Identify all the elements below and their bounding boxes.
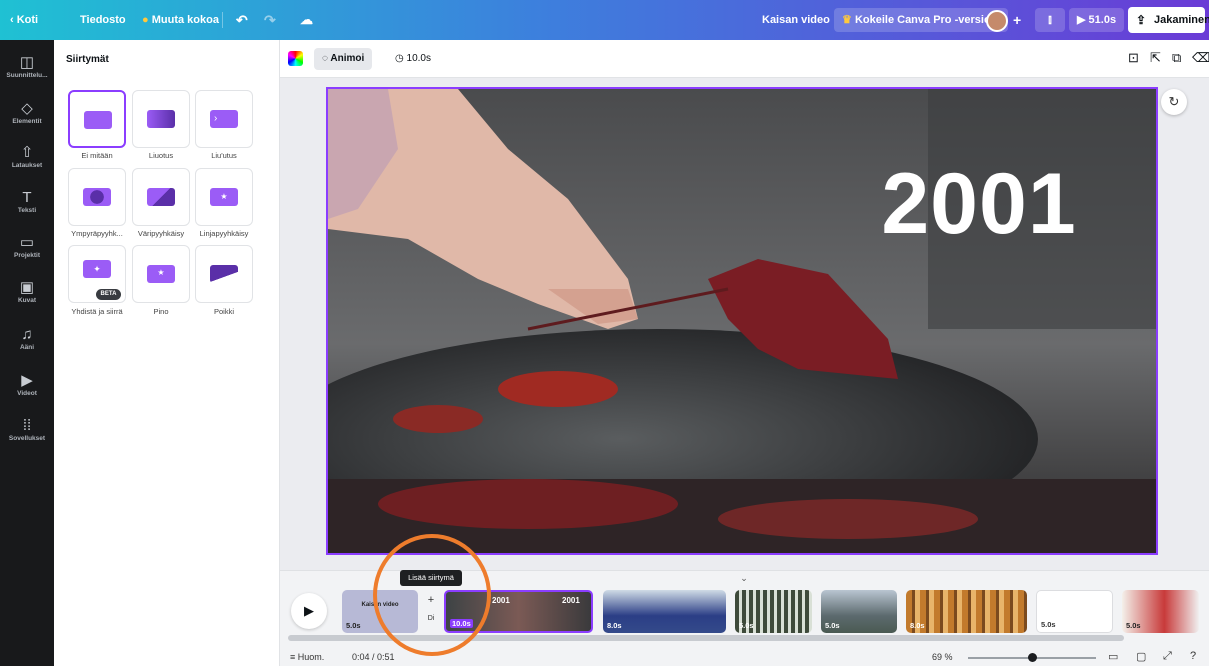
animate-button[interactable]: ◌ Animoi [314,48,373,70]
play-icon: ▶ [1077,14,1086,26]
fullscreen-icon[interactable]: ⤢ [1163,650,1172,663]
duplicate-icon[interactable]: ⧉ [1172,50,1181,66]
beta-badge: BETA [96,289,121,300]
undo-icon[interactable]: ↶ [236,0,248,40]
video-icon: ▶ [21,372,33,389]
rail-item-audio[interactable]: ♫ Ääni [0,322,54,368]
play-button[interactable]: ▶ [291,593,327,629]
editor-toolbar: ◌ Animoi ◷ 10.0s ⊡ ⇱ ⧉ ⌫ [280,40,1209,78]
transition-label: Poikki [213,307,234,316]
transition-label: Liu'utus [211,151,237,160]
text-icon: T [22,189,32,206]
transition-circle-wipe[interactable] [68,168,126,226]
export-icon[interactable]: ⇱ [1150,50,1161,66]
rail-item-videos[interactable]: ▶ Videot [0,368,54,414]
file-menu[interactable]: Tiedosto [80,0,126,40]
transition-cross[interactable] [195,245,253,303]
rail-item-design[interactable]: ◫ Suunnittelu... [0,50,54,96]
timeline-clip[interactable]: 5.0s [1036,590,1113,633]
clock-icon: ◷ [395,53,404,64]
transition-label: Ei mitään [81,151,113,160]
resize-button[interactable]: ● Muuta kokoa [142,0,219,40]
transition-label: Linjapyyhkäisy [199,229,249,238]
music-icon: ♫ [21,326,33,343]
present-button[interactable]: ▶ 51.0s [1069,8,1125,32]
transition-label: Ympyräpyyhk... [71,229,123,238]
animate-icon: ◌ [322,53,328,64]
chevron-right-icon: › [210,110,238,128]
transition-label: Pino [153,307,169,316]
add-member-icon[interactable]: + [1013,0,1021,40]
apps-icon: ⁞⁞ [22,417,32,434]
back-home-button[interactable]: ‹ Koti [10,0,38,40]
timeline-clip[interactable]: Kaisan video 5.0s [342,590,418,633]
rail-item-projects[interactable]: ▭ Projektit [0,230,54,276]
share-icon: ⇪ [1136,13,1147,27]
year-text[interactable]: 2001 [874,155,1084,254]
playback-time: 0:04 / 0:51 [352,652,395,662]
avatar[interactable] [986,10,1008,32]
crown-icon: ● [142,14,149,26]
redo-icon[interactable]: ↷ [264,0,276,40]
rail-item-elements[interactable]: ◇ Elementit [0,96,54,142]
insights-icon[interactable]: ⫾ [1035,8,1065,32]
timeline-clip[interactable]: 5.0s [821,590,897,633]
shapes-icon: ◇ [21,100,33,117]
share-button[interactable]: ⇪ Jakaminen [1128,7,1209,33]
timeline-scrollbar[interactable] [288,635,1124,641]
top-bar: ‹ Koti Tiedosto ● Muuta kokoa ↶ ↷ ☁ Kais… [0,0,1209,40]
document-title[interactable]: Kaisan video [762,0,830,40]
try-pro-button[interactable]: ♛ Kokeile Canva Pro -versiota [834,8,1009,32]
transition-color-wipe[interactable] [132,168,190,226]
lock-icon[interactable]: ⊡ [1128,50,1139,66]
rail-item-photos[interactable]: ▣ Kuvat [0,275,54,321]
transition-slide[interactable]: › [195,90,253,148]
transition-label: Väripyyhkäisy [137,229,185,238]
star-icon: ★ [210,188,238,206]
notes-button[interactable]: ≡ Huom. [290,652,324,662]
help-icon[interactable]: ? [1190,650,1196,662]
grid-view-icon[interactable]: ▢ [1136,650,1146,663]
transition-stack[interactable]: ★ [132,245,190,303]
trash-icon[interactable]: ⌫ [1192,50,1209,66]
transition-none[interactable] [68,90,126,148]
refresh-icon[interactable]: ↻ [1161,89,1187,115]
sparkle-icon: ✦ [83,260,111,278]
chevron-down-icon[interactable]: ⌄ [732,573,756,583]
layout-icon: ◫ [19,54,35,71]
rail-item-text[interactable]: T Teksti [0,185,54,231]
add-transition-tooltip: Lisää siirtymä [400,570,462,586]
panel-title: Siirtymät [66,54,109,65]
star-icon: ★ [147,265,175,283]
timeline-clip[interactable]: 5.0s [735,590,812,633]
timeline-clip-selected[interactable]: 2001 2001 10.0s [444,590,593,633]
play-icon: ▶ [304,603,314,618]
side-rail: ◫ Suunnittelu... ◇ Elementit ⇧ Lataukset TT… [0,40,54,666]
image-icon: ▣ [19,279,35,296]
rail-item-apps[interactable]: ⁞⁞ Sovellukset [0,413,54,459]
chevron-left-icon: ‹ [10,14,14,26]
color-picker-icon[interactable] [288,51,303,66]
cloud-saved-icon[interactable]: ☁ [300,0,313,40]
timeline-view-icon[interactable]: ▭ [1108,650,1118,663]
transition-dissolve[interactable] [132,90,190,148]
transition-label: Liuotus [148,151,174,160]
timeline-clip[interactable]: 8.0s [603,590,726,633]
design-canvas[interactable]: 2001 [326,87,1158,555]
transition-label: Yhdistä ja siirrä [71,307,123,316]
timeline-clip[interactable]: 8.0s [906,590,1027,633]
folder-icon: ▭ [19,234,35,251]
transition-line-wipe[interactable]: ★ [195,168,253,226]
add-transition-button[interactable]: + [425,594,437,606]
rail-item-uploads[interactable]: ⇧ Lataukset [0,140,54,186]
cloud-upload-icon: ⇧ [20,144,34,161]
notes-icon: ≡ [290,652,296,662]
timeline-clip[interactable]: 5.0s [1122,590,1199,633]
duration-button[interactable]: ◷ 10.0s [391,48,435,70]
zoom-slider-handle[interactable] [1028,653,1037,662]
crown-icon: ♛ [842,14,852,26]
zoom-value[interactable]: 69 % [932,652,953,662]
